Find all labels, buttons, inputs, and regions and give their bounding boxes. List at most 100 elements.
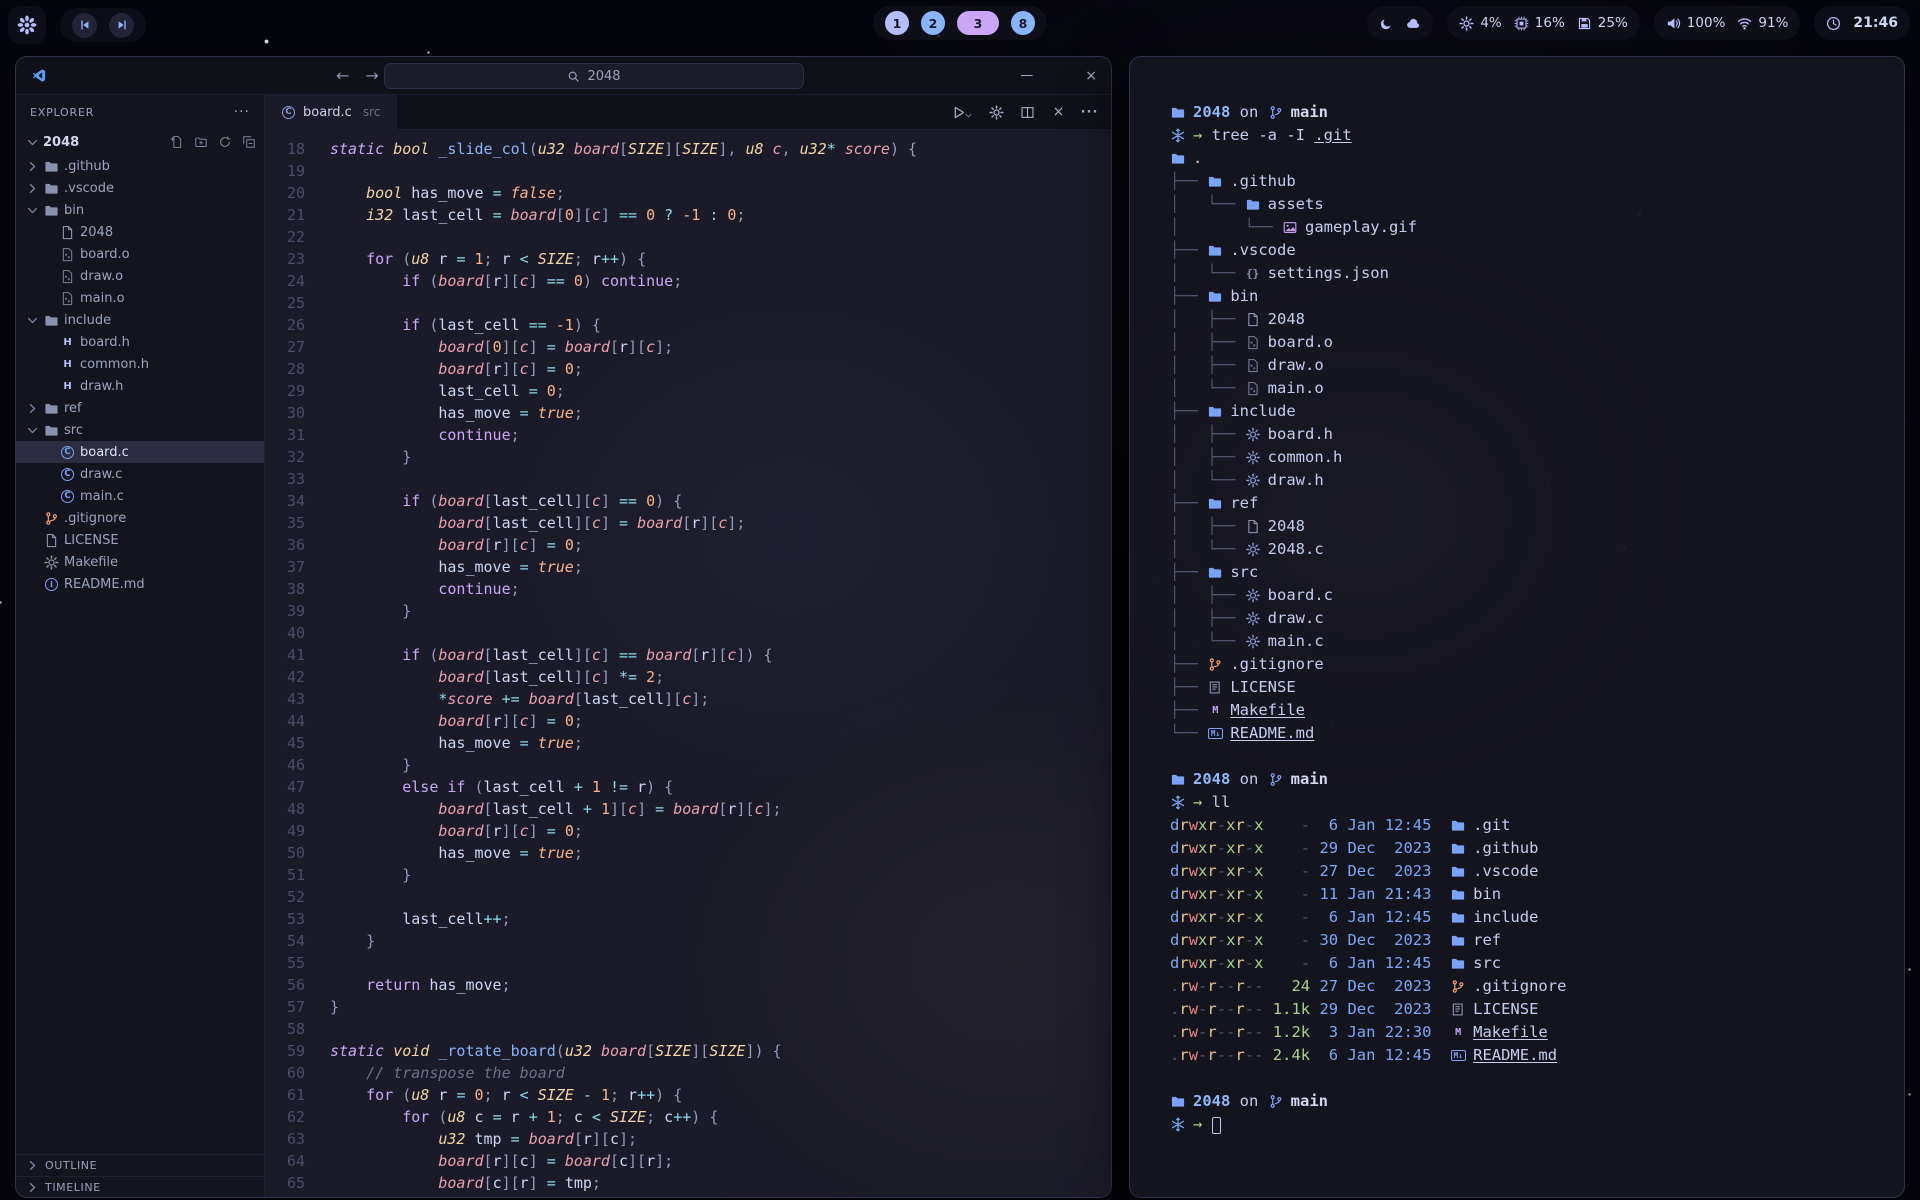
tree-item-board.c[interactable]: Cboard.c [16,441,264,463]
code-editor[interactable]: 18static bool _slide_col(u32 board[SIZE]… [265,130,1111,1198]
line-number: 37 [265,556,305,578]
tree-item-.github[interactable]: .github [16,155,264,177]
split-editor-button[interactable] [1020,105,1035,120]
stat-volume[interactable]: 100% [1666,15,1726,31]
collapse-all-button[interactable] [242,135,256,149]
clock-widget[interactable]: 21:46 [1814,6,1910,40]
tree-item-ref[interactable]: ref [16,397,264,419]
tree-item-board.h[interactable]: Hboard.h [16,331,264,353]
logo-button[interactable] [8,6,46,44]
tree-item-main.c[interactable]: Cmain.c [16,485,264,507]
stat-memory[interactable]: 16% [1514,15,1565,31]
makefile-icon: M [1207,703,1223,718]
code-line: 45 has_move = true; [265,732,1111,754]
back-button[interactable]: ← [336,66,349,85]
tree-item-bin[interactable]: bin [16,199,264,221]
file-name: main.c [1268,630,1324,653]
file-name: common.h [1268,446,1343,469]
file-list-row: .rw-r--r-- 24 27 Dec 2023 .gitignore [1170,975,1904,998]
media-next-button[interactable] [109,13,134,38]
code-line: 18static bool _slide_col(u32 board[SIZE]… [265,138,1111,160]
tree-item-.vscode[interactable]: .vscode [16,177,264,199]
search-value: 2048 [587,69,620,84]
prompt-branch: main [1291,101,1328,124]
file-name: include [1473,906,1538,929]
code-line: 32 } [265,446,1111,468]
tree-item-common.h[interactable]: Hcommon.h [16,353,264,375]
tree-item-label: main.c [80,489,124,504]
tree-item-draw.h[interactable]: Hdraw.h [16,375,264,397]
search-box[interactable]: 2048 [384,63,804,89]
git-icon [1207,657,1223,672]
chevron-right-icon [26,402,39,415]
command-text: tree -a -I [1212,124,1315,147]
run-button[interactable] [951,105,973,120]
weather-widget[interactable] [1367,6,1433,40]
workspace-button-8[interactable]: 8 [1011,11,1035,35]
project-root-label: 2048 [43,135,79,150]
tree-item-main.o[interactable]: main.o [16,287,264,309]
code-line: 20 bool has_move = false; [265,182,1111,204]
tree-item-Makefile[interactable]: Makefile [16,551,264,573]
code-line: 33 [265,468,1111,490]
stat-value: 4% [1480,15,1501,31]
code-line: 65 board[c][r] = tmp; [265,1172,1111,1194]
explorer-more-button[interactable]: ··· [234,104,250,120]
file-name: assets [1268,193,1324,216]
refresh-button[interactable] [218,135,232,149]
line-number: 61 [265,1084,305,1106]
code-line: 49 board[r][c] = 0; [265,820,1111,842]
workspace-button-2[interactable]: 2 [921,11,945,35]
line-number: 41 [265,644,305,666]
code-line: 31 continue; [265,424,1111,446]
close-button[interactable]: × [1085,69,1097,83]
terminal-window[interactable]: 2048 on main→ tree -a -I .git.├── .githu… [1129,56,1905,1198]
top-bar: 1238 4% 16% 25% 100% 91% 21:46 [0,0,1920,46]
tab-board-c[interactable]: C board.c src [265,95,397,130]
file-list-row: drwxr-xr-x - 29 Dec 2023 .github [1170,837,1904,860]
tree-item-README.md[interactable]: iREADME.md [16,573,264,595]
project-root-item[interactable]: 2048 [16,129,264,155]
folder-icon [1450,841,1466,856]
stat-gear[interactable]: 4% [1459,15,1501,31]
command-line: → tree -a -I .git [1170,124,1904,147]
tree-item-LICENSE[interactable]: LICENSE [16,529,264,551]
more-actions-button[interactable]: ··· [1082,105,1097,120]
c-file-icon: C [281,105,296,120]
skip-next-icon [116,19,128,31]
panel-outline[interactable]: OUTLINE [16,1154,264,1176]
h-header-icon: H [60,335,75,350]
line-number: 52 [265,886,305,908]
tree-item-board.o[interactable]: board.o [16,243,264,265]
tree-item-.gitignore[interactable]: .gitignore [16,507,264,529]
panel-timeline[interactable]: TIMELINE [16,1176,264,1198]
forward-button[interactable]: → [365,66,378,85]
line-number: 65 [265,1172,305,1194]
chevron-down-icon [964,111,973,120]
system-stats-widget[interactable]: 4% 16% 25% [1447,6,1639,40]
new-folder-button[interactable] [194,135,208,149]
new-file-button[interactable] [170,135,184,149]
settings-button[interactable] [989,105,1004,120]
workspace-button-1[interactable]: 1 [885,11,909,35]
minimize-button[interactable]: — [1020,69,1033,82]
tree-item-2048[interactable]: 2048 [16,221,264,243]
tree-item-include[interactable]: include [16,309,264,331]
tree-item-src[interactable]: src [16,419,264,441]
tree-item-draw.o[interactable]: draw.o [16,265,264,287]
file-size: - [1273,883,1310,906]
tree-item-draw.c[interactable]: Cdraw.c [16,463,264,485]
media-prev-button[interactable] [72,13,97,38]
workspace-button-3[interactable]: 3 [957,11,999,35]
image-icon [1282,220,1298,235]
line-number: 53 [265,908,305,930]
prompt-arrow-icon: → [1193,1113,1212,1136]
audio-network-widget[interactable]: 100% 91% [1654,6,1801,40]
close-editor-button[interactable]: × [1051,105,1066,120]
tree-output-row: │ ├── board.c [1170,584,1904,607]
stat-disk[interactable]: 25% [1577,15,1628,31]
folder-icon [1207,174,1223,189]
markdown-icon: M↓ [1450,1048,1466,1063]
stat-wifi[interactable]: 91% [1737,15,1788,31]
vscode-logo-icon [32,68,47,83]
